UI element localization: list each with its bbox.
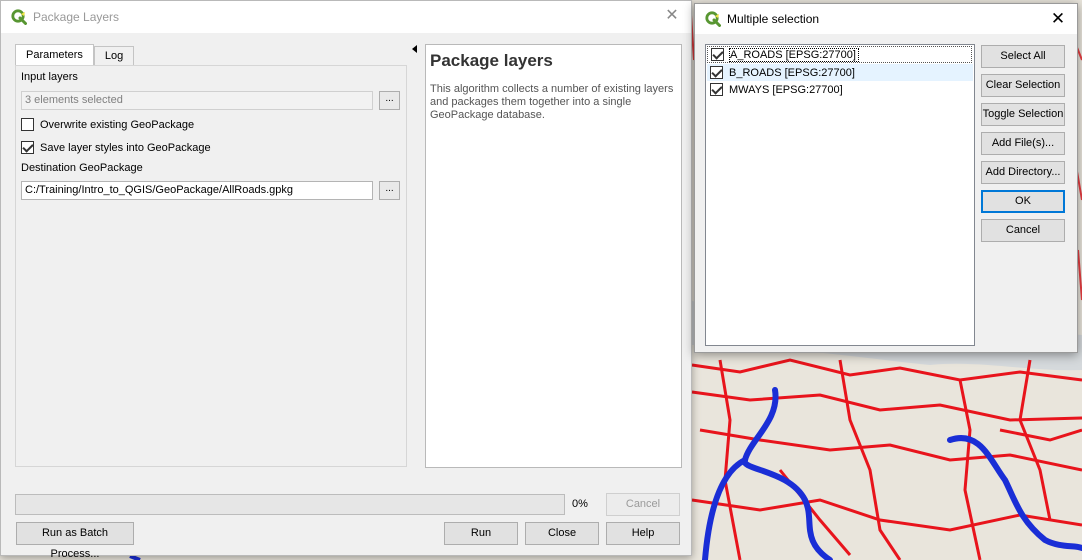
help-panel: Package layers This algorithm collects a… xyxy=(425,44,682,468)
destination-browse-button[interactable]: ... xyxy=(379,181,400,200)
overwrite-label: Overwrite existing GeoPackage xyxy=(40,118,195,131)
item-checkbox[interactable] xyxy=(710,83,723,96)
qgis-logo-icon xyxy=(11,9,27,25)
overwrite-checkbox-row[interactable]: Overwrite existing GeoPackage xyxy=(21,118,194,131)
title-bar[interactable]: Package Layers ✕ xyxy=(1,1,691,33)
close-icon[interactable]: ✕ xyxy=(1049,10,1067,28)
title-bar[interactable]: Multiple selection ✕ xyxy=(695,4,1077,34)
list-item-label: MWAYS [EPSG:27700] xyxy=(729,83,843,96)
add-files-button[interactable]: Add File(s)... xyxy=(981,132,1065,155)
help-text: This algorithm collects a number of exis… xyxy=(430,83,674,121)
list-item[interactable]: B_ROADS [EPSG:27700] xyxy=(707,64,973,81)
progress-bar xyxy=(15,494,565,515)
dialog-title: Multiple selection xyxy=(727,12,820,26)
toggle-selection-button[interactable]: Toggle Selection xyxy=(981,103,1065,126)
package-layers-dialog: Package Layers ✕ Parameters Log Input la… xyxy=(0,0,692,560)
help-title: Package layers xyxy=(430,51,553,70)
tab-log[interactable]: Log xyxy=(93,46,135,66)
item-checkbox[interactable] xyxy=(711,48,724,61)
parameters-panel: Input layers 3 elements selected ... Ove… xyxy=(15,65,407,467)
multiple-selection-dialog: Multiple selection ✕ A_ROADS [EPSG:27700… xyxy=(694,3,1078,353)
dialog-title: Package Layers xyxy=(33,10,120,24)
input-layers-field[interactable]: 3 elements selected xyxy=(21,91,373,110)
input-layers-browse-button[interactable]: ... xyxy=(379,91,400,110)
destination-label: Destination GeoPackage xyxy=(21,162,143,174)
collapse-panel-icon[interactable] xyxy=(412,45,417,53)
ok-button[interactable]: OK xyxy=(981,190,1065,213)
input-layers-label: Input layers xyxy=(21,71,78,83)
help-button[interactable]: Help xyxy=(606,522,680,545)
save-styles-checkbox[interactable] xyxy=(21,141,34,154)
layer-list[interactable]: A_ROADS [EPSG:27700] B_ROADS [EPSG:27700… xyxy=(705,44,975,346)
close-icon[interactable]: ✕ xyxy=(663,7,681,25)
progress-percent: 0% xyxy=(572,498,588,510)
item-checkbox[interactable] xyxy=(710,66,723,79)
tab-bar: Parameters Log xyxy=(15,44,135,67)
list-item[interactable]: MWAYS [EPSG:27700] xyxy=(707,81,973,98)
clear-selection-button[interactable]: Clear Selection xyxy=(981,74,1065,97)
select-all-button[interactable]: Select All xyxy=(981,45,1065,68)
destination-field[interactable]: C:/Training/Intro_to_QGIS/GeoPackage/All… xyxy=(21,181,373,200)
progress-cancel-button[interactable]: Cancel xyxy=(606,493,680,516)
save-styles-label: Save layer styles into GeoPackage xyxy=(40,141,211,154)
list-item[interactable]: A_ROADS [EPSG:27700] xyxy=(707,46,972,63)
tab-parameters[interactable]: Parameters xyxy=(15,44,94,67)
run-batch-button[interactable]: Run as Batch Process... xyxy=(16,522,134,560)
list-item-label: B_ROADS [EPSG:27700] xyxy=(729,66,855,79)
qgis-logo-icon xyxy=(705,11,721,27)
add-directory-button[interactable]: Add Directory... xyxy=(981,161,1065,184)
close-button[interactable]: Close xyxy=(525,522,599,545)
overwrite-checkbox[interactable] xyxy=(21,118,34,131)
save-styles-checkbox-row[interactable]: Save layer styles into GeoPackage xyxy=(21,141,211,154)
cancel-button[interactable]: Cancel xyxy=(981,219,1065,242)
list-item-label: A_ROADS [EPSG:27700] xyxy=(729,47,859,62)
run-button[interactable]: Run xyxy=(444,522,518,545)
